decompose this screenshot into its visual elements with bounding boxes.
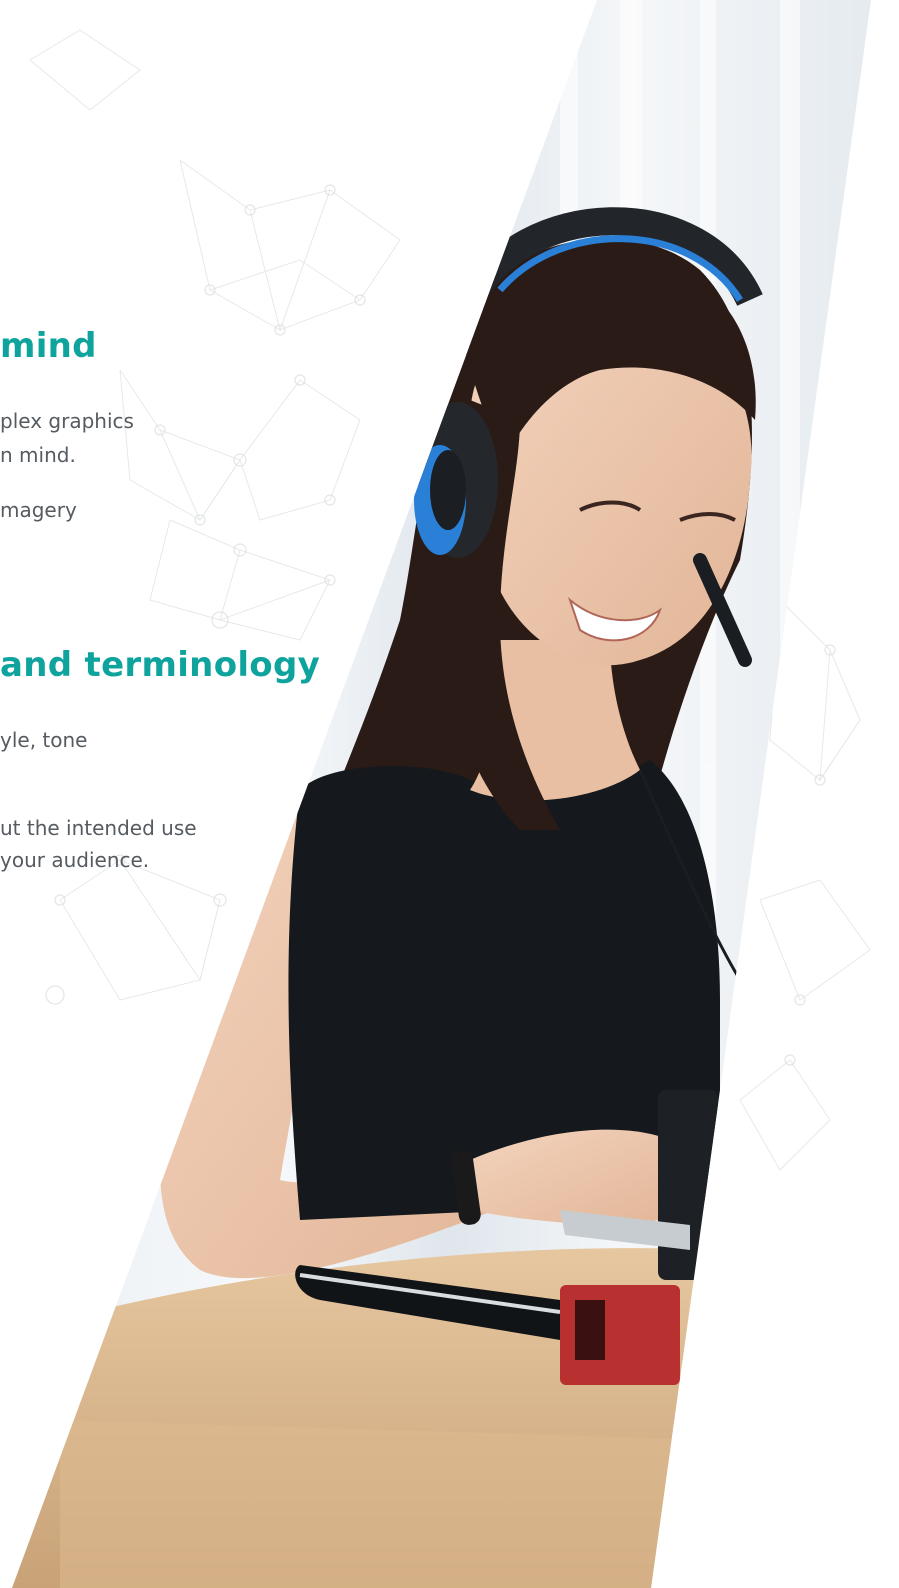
brochure-page: mind plex graphics n mind. magery and te… [0,0,899,1588]
woman-with-headset-photo [12,0,871,1588]
